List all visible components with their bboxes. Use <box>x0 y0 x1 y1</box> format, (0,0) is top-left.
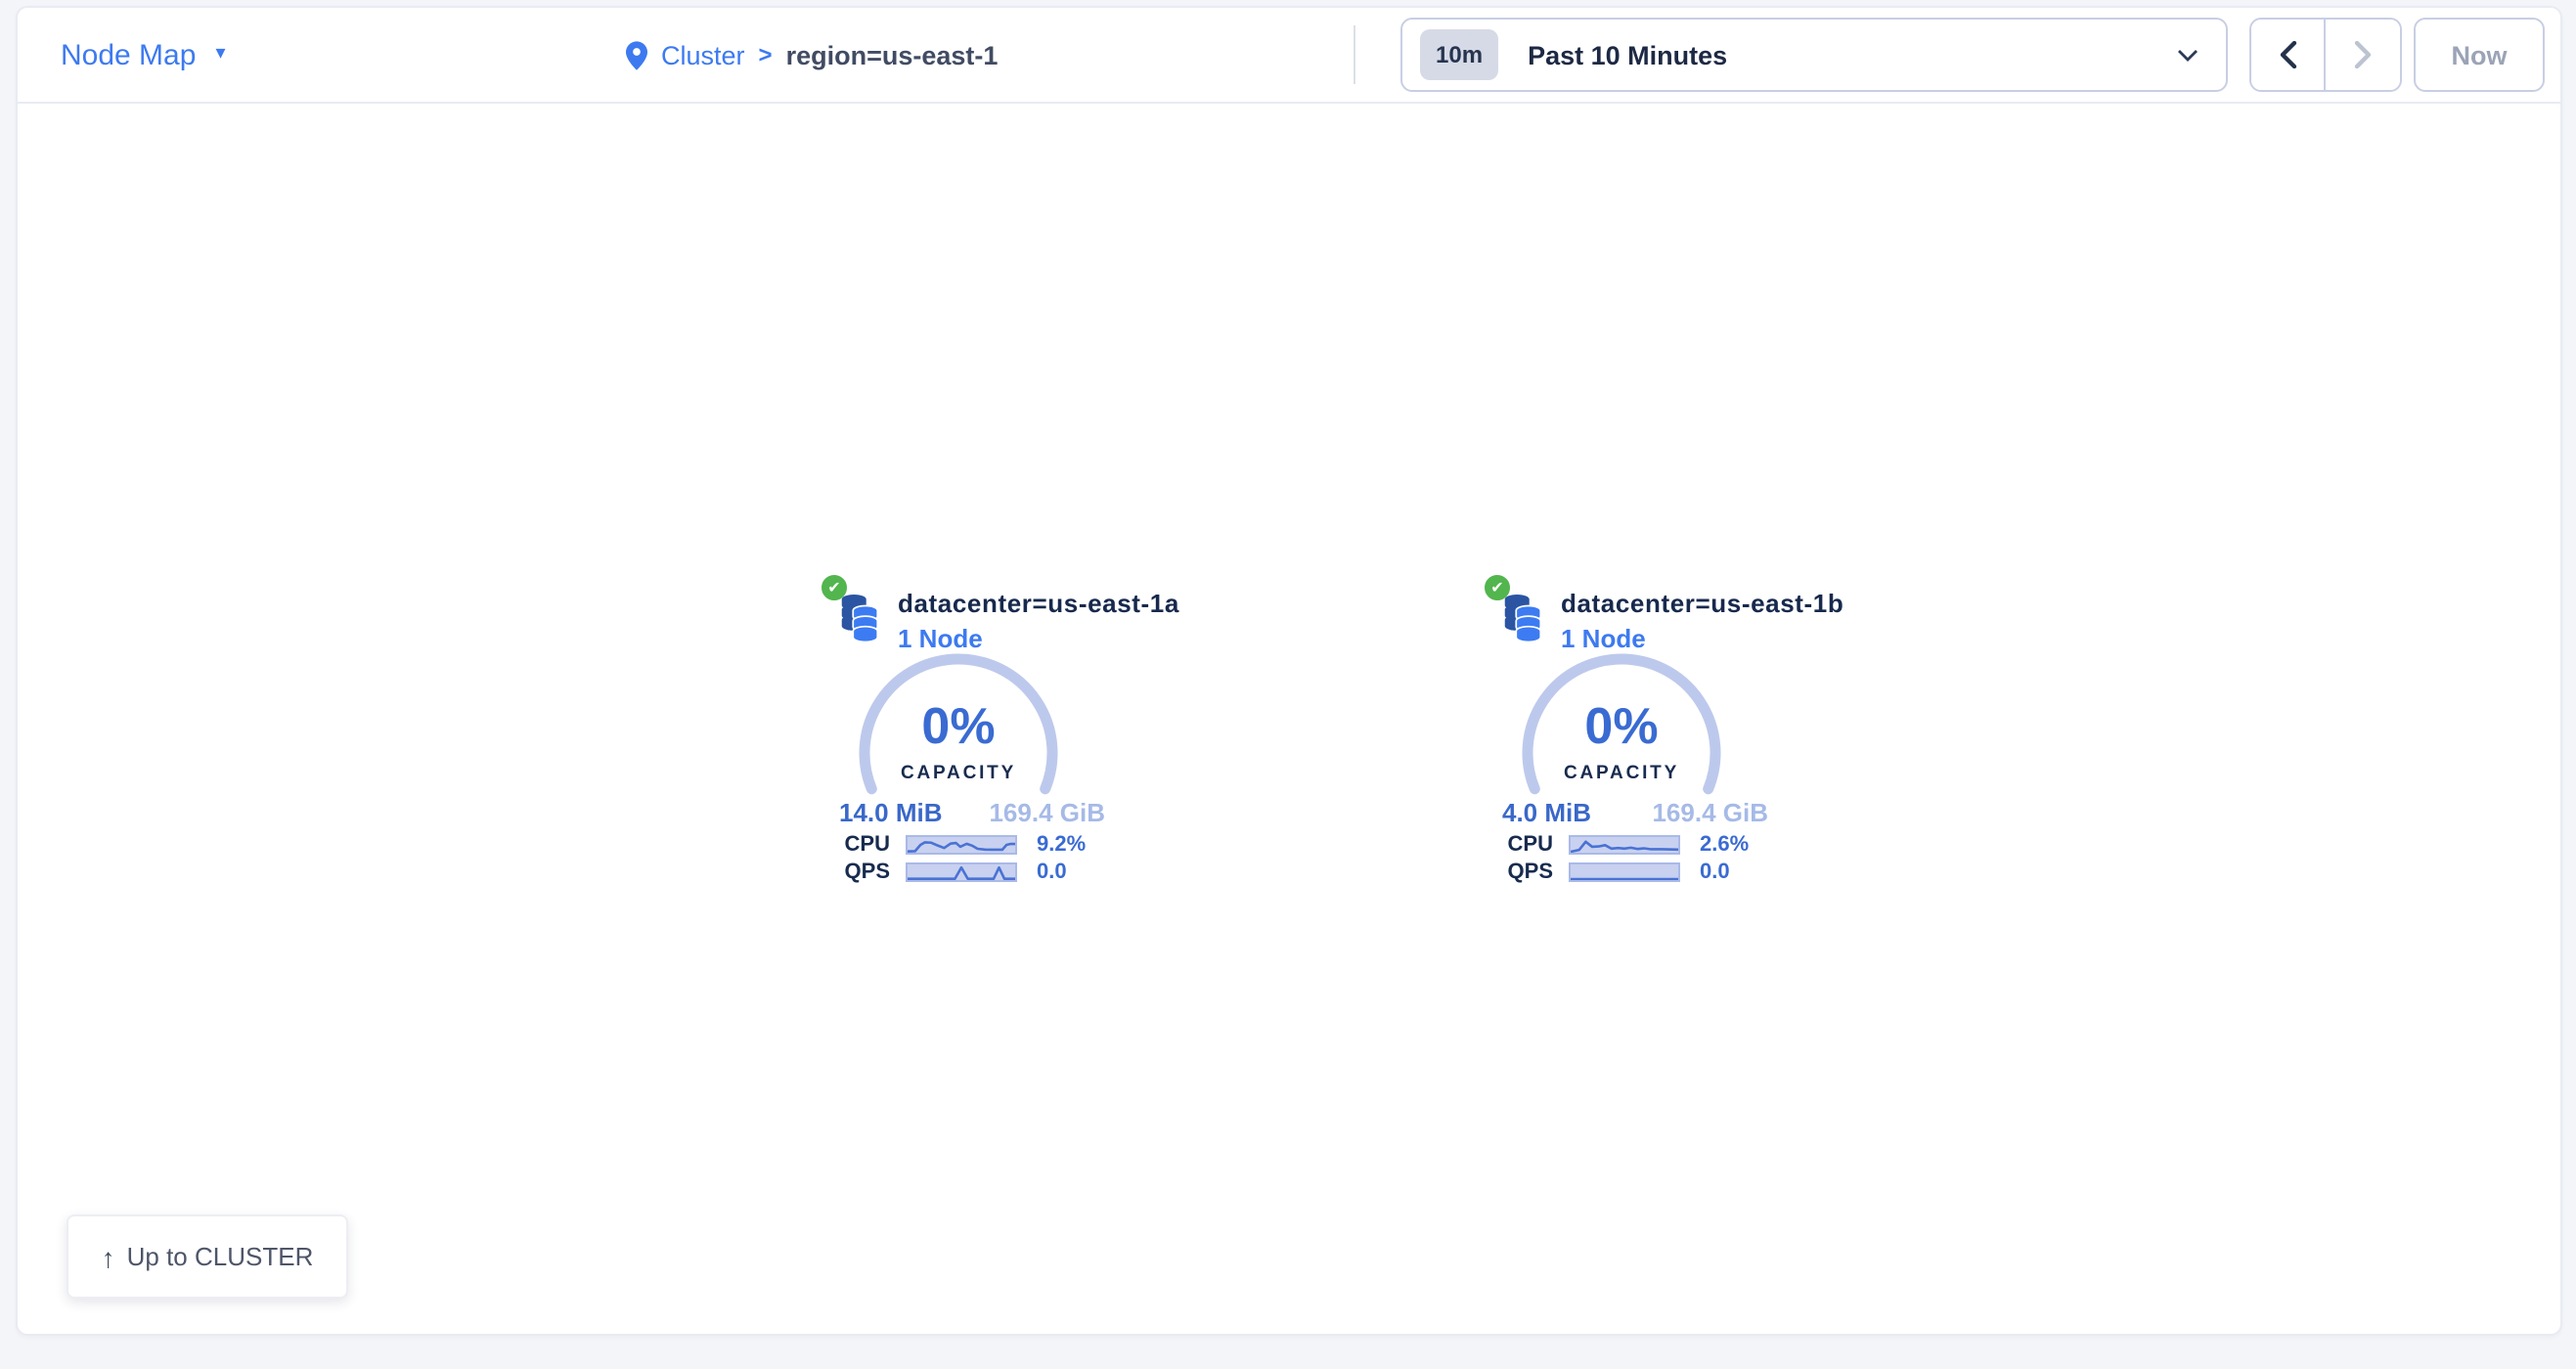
qps-sparkline <box>906 861 1017 881</box>
time-nav <box>2249 18 2402 92</box>
main-panel: Node Map ▾ Cluster > region=us-east-1 10… <box>16 6 2562 1336</box>
datacenter-title: datacenter=us-east-1b <box>1561 591 1843 618</box>
qps-metric-row: QPS 0.0 <box>714 861 1203 882</box>
capacity-label: CAPACITY <box>1514 763 1729 784</box>
chevron-down-icon <box>2177 48 2198 62</box>
datacenter-header: datacenter=us-east-1a 1 Node <box>898 591 1179 653</box>
datacenter-title: datacenter=us-east-1a <box>898 591 1179 618</box>
chevron-right-icon <box>2353 41 2373 68</box>
location-pin-icon <box>626 40 647 69</box>
capacity-values: 14.0 MiB 169.4 GiB <box>839 798 1105 827</box>
capacity-percent: 0% <box>1514 700 1729 751</box>
time-now-button[interactable]: Now <box>2414 18 2545 92</box>
up-button-label: Up to CLUSTER <box>127 1242 314 1271</box>
toolbar-divider <box>1354 25 1355 84</box>
check-glyph: ✔ <box>1490 580 1503 596</box>
cpu-sparkline <box>906 834 1017 854</box>
view-selector-label: Node Map <box>61 38 196 71</box>
qps-label: QPS <box>1377 860 1553 883</box>
datacenter-card[interactable]: ✔ datacenter=us-east-1b 1 Node <box>1377 579 1866 896</box>
capacity-used: 4.0 MiB <box>1502 798 1591 827</box>
time-window-dropdown[interactable]: 10m Past 10 Minutes <box>1400 18 2228 92</box>
time-prev-button[interactable] <box>2251 20 2326 90</box>
cpu-metric-row: CPU 9.2% <box>714 833 1203 855</box>
up-to-cluster-button[interactable]: ↑ Up to CLUSTER <box>67 1214 348 1299</box>
qps-label: QPS <box>714 860 890 883</box>
check-glyph: ✔ <box>827 580 840 596</box>
chevron-left-icon <box>2278 41 2297 68</box>
capacity-available: 169.4 GiB <box>989 798 1105 827</box>
qps-sparkline <box>1569 861 1680 881</box>
database-stack-icon <box>839 595 880 643</box>
cpu-value: 9.2% <box>1037 832 1086 856</box>
cpu-metric-row: CPU 2.6% <box>1377 833 1866 855</box>
cpu-sparkline <box>1569 834 1680 854</box>
datacenter-header: datacenter=us-east-1b 1 Node <box>1561 591 1843 653</box>
cpu-label: CPU <box>1377 832 1553 856</box>
capacity-label: CAPACITY <box>851 763 1066 784</box>
node-map-page: Node Map ▾ Cluster > region=us-east-1 10… <box>0 0 2576 1369</box>
capacity-percent: 0% <box>851 700 1066 751</box>
view-selector-dropdown[interactable]: Node Map ▾ <box>61 8 226 102</box>
capacity-used: 14.0 MiB <box>839 798 943 827</box>
qps-value: 0.0 <box>1037 860 1067 883</box>
breadcrumb-separator: > <box>759 41 773 68</box>
breadcrumb: Cluster > region=us-east-1 <box>626 8 998 102</box>
qps-value: 0.0 <box>1700 860 1730 883</box>
breadcrumb-cluster-link[interactable]: Cluster <box>661 40 745 69</box>
time-window-badge: 10m <box>1420 29 1498 80</box>
capacity-available: 169.4 GiB <box>1652 798 1768 827</box>
qps-metric-row: QPS 0.0 <box>1377 861 1866 882</box>
toolbar: Node Map ▾ Cluster > region=us-east-1 10… <box>18 8 2560 104</box>
cpu-label: CPU <box>714 832 890 856</box>
cpu-value: 2.6% <box>1700 832 1749 856</box>
database-stack-icon <box>1502 595 1543 643</box>
up-arrow-icon: ↑ <box>102 1241 115 1272</box>
capacity-values: 4.0 MiB 169.4 GiB <box>1502 798 1768 827</box>
breadcrumb-current: region=us-east-1 <box>786 40 999 69</box>
time-window-label: Past 10 Minutes <box>1528 40 1727 69</box>
caret-down-icon: ▾ <box>215 45 225 65</box>
datacenter-card[interactable]: ✔ datacenter=us-east-1a 1 Node <box>714 579 1203 896</box>
time-next-button[interactable] <box>2326 20 2400 90</box>
